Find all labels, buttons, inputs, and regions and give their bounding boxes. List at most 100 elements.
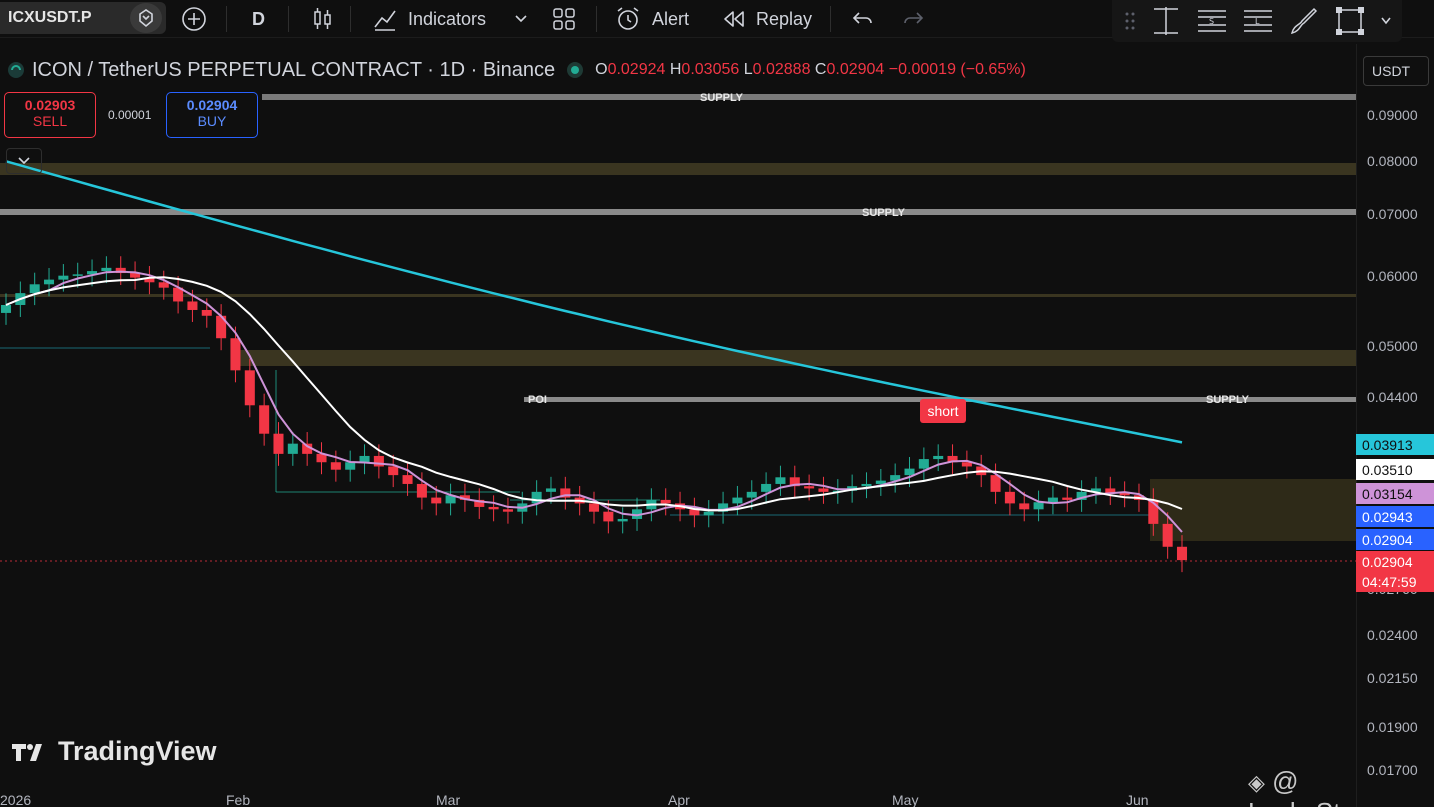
undo-icon[interactable] (852, 0, 874, 38)
candle-body (44, 279, 55, 285)
drawing-tools-panel: S L (1112, 0, 1402, 42)
poi-label: POI (528, 394, 547, 406)
sell-button[interactable]: 0.02903 SELL (4, 92, 96, 138)
price-tick-label: 0.04400 (1367, 389, 1418, 405)
indicators-icon (374, 10, 396, 31)
candle-body (933, 455, 944, 460)
candle-body (1062, 497, 1073, 500)
candle-body (732, 497, 743, 504)
candle-body (287, 443, 298, 454)
price-tick-label: 0.07000 (1367, 206, 1418, 222)
time-tick-label: May (892, 792, 919, 807)
redo-icon[interactable] (902, 0, 924, 38)
top-toolbar: ICXUSDT.P D Indicators Alert Replay S L (0, 0, 1434, 42)
binance-logo-icon: ◈ (1248, 770, 1265, 795)
watermark-text: TradingView (58, 736, 217, 766)
candle-body (1047, 497, 1058, 503)
tools-chevron-icon[interactable] (1380, 16, 1392, 26)
candle-body (158, 282, 169, 288)
candle-body (660, 499, 671, 504)
chart-app: ICXUSDT.P D Indicators Alert Replay S L … (0, 0, 1434, 807)
templates-chevron-icon[interactable] (514, 0, 528, 38)
symbol-compare-icon[interactable] (130, 3, 162, 33)
candle-body (388, 466, 399, 476)
candle-body (244, 370, 255, 406)
candle-body (1004, 491, 1015, 504)
candle-body (1176, 546, 1188, 561)
time-tick-label: Feb (226, 792, 251, 807)
credit-text: @ LuckyStar_ (1248, 766, 1378, 807)
candle-body (918, 459, 929, 469)
currency-selector[interactable]: USDT (1363, 56, 1429, 86)
candle-body (359, 455, 370, 463)
alarm-clock-icon (617, 7, 639, 30)
ohlc-values: O0.02924 H0.03056 L0.02888 C0.02904 −0.0… (595, 61, 1026, 78)
candle-body (703, 511, 714, 516)
rewind-icon (724, 11, 744, 27)
collapse-legend-button[interactable] (6, 148, 42, 174)
candle-body (588, 503, 600, 512)
candle-body (416, 483, 427, 498)
price-level-label: 0.03154 (1356, 483, 1434, 504)
market-open-icon (567, 62, 584, 78)
author-credit: ◈ @ LuckyStar_ (1248, 766, 1434, 807)
brush-tool-icon[interactable] (1288, 5, 1320, 37)
replay-button[interactable]: Replay (722, 0, 812, 38)
sell-label: SELL (32, 113, 68, 129)
short-signal-tag[interactable]: short (920, 399, 966, 423)
indicators-button[interactable]: Indicators (372, 0, 486, 38)
buy-price: 0.02904 (186, 97, 238, 113)
price-range-tool-icon[interactable]: S (1196, 5, 1228, 37)
toolbar-divider (226, 6, 227, 32)
tradingview-logo: TradingView (10, 736, 217, 767)
candle-body (804, 486, 815, 489)
price-axis[interactable]: 0.09000 0.08000 0.07000 0.06000 0.05000 0.044… (1356, 44, 1434, 807)
alert-button[interactable]: Alert (614, 0, 689, 38)
price-tick-label: 0.08000 (1367, 153, 1418, 169)
candle-body (861, 483, 872, 487)
rectangle-tool-icon[interactable] (1334, 5, 1366, 37)
candle-body (230, 338, 241, 371)
chart-legend: ICON / TetherUS PERPETUAL CONTRACT · 1D … (6, 58, 1026, 82)
symbol-label: ICXUSDT.P (8, 9, 92, 26)
buy-label: BUY (197, 113, 227, 129)
icon-coin-icon (8, 62, 24, 78)
price-level-label: 0.03510 (1356, 459, 1434, 480)
supply-zone-label: SUPPLY (700, 92, 744, 104)
candle-body (761, 483, 772, 492)
candle-body (1019, 503, 1030, 510)
candle-body (29, 284, 40, 294)
supply-zone-label: SUPPLY (862, 207, 906, 219)
symbol-title[interactable]: ICON / TetherUS PERPETUAL CONTRACT · 1D … (32, 59, 555, 82)
bar-countdown-label: 04:47:59 (1356, 571, 1434, 592)
drag-handle-icon[interactable] (1124, 10, 1136, 32)
time-tick-label: 2026 (0, 792, 32, 807)
candle-body (1033, 502, 1044, 510)
zone-rect (0, 294, 1356, 297)
candle-body (617, 518, 628, 522)
tv-logo-icon (12, 743, 42, 761)
candle-body (502, 509, 513, 512)
candle-body (187, 301, 198, 310)
interval-button[interactable]: D (252, 0, 265, 38)
spread-value: 0.00001 (108, 108, 152, 122)
price-level-label: 0.02904 (1356, 529, 1434, 550)
candle-body (72, 274, 83, 276)
candle-body (904, 468, 915, 476)
toolbar-divider (288, 6, 289, 32)
buy-button[interactable]: 0.02904 BUY (166, 92, 258, 138)
add-symbol-icon[interactable] (180, 0, 208, 38)
vertical-line-tool-icon[interactable] (1150, 5, 1182, 37)
candle-body (488, 506, 499, 510)
candles-chart-type-icon[interactable] (312, 0, 334, 38)
svg-text:L: L (1255, 17, 1260, 26)
candle-body (746, 491, 757, 498)
price-tick-label: 0.06000 (1367, 268, 1418, 284)
symbol-search-button[interactable]: ICXUSDT.P (0, 2, 166, 34)
ma-mid-line (5, 276, 1183, 512)
layouts-grid-icon[interactable] (552, 0, 576, 38)
chevron-down-icon (18, 157, 30, 165)
horizontal-lines-tool-icon[interactable]: L (1242, 5, 1274, 37)
price-chart[interactable] (0, 44, 1356, 807)
indicators-label: Indicators (408, 8, 487, 29)
